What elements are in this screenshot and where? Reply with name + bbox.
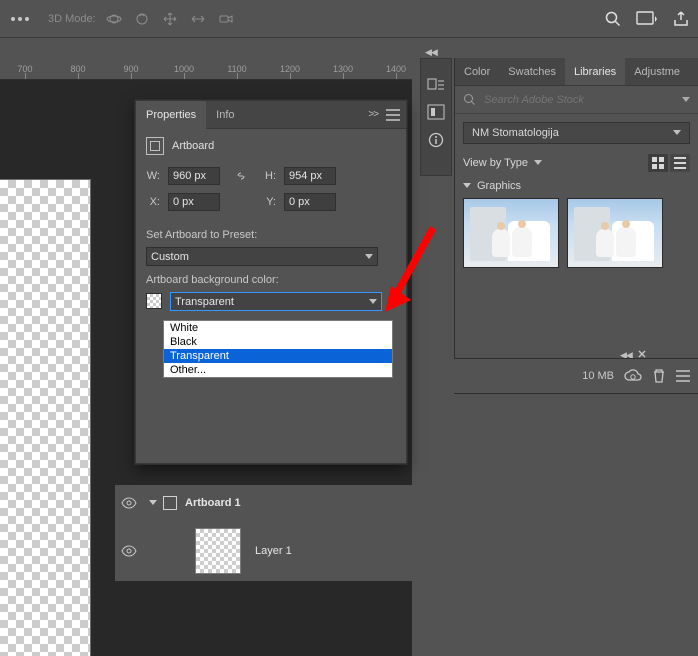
bgcolor-value: Transparent bbox=[175, 296, 234, 308]
memory-size-label: 10 MB bbox=[582, 370, 614, 382]
library-select[interactable]: NM Stomatologija bbox=[463, 122, 690, 144]
ruler-tick-label: 800 bbox=[70, 64, 85, 74]
trash-icon[interactable] bbox=[652, 368, 666, 384]
y-input[interactable] bbox=[284, 193, 336, 211]
tab-properties[interactable]: Properties bbox=[136, 101, 206, 129]
right-mini-toolbar: ◀◀ bbox=[420, 58, 452, 176]
mode-label: 3D Mode: bbox=[48, 13, 96, 25]
chevron-down-icon[interactable] bbox=[534, 160, 542, 166]
character-styles-icon[interactable] bbox=[427, 103, 445, 121]
ruler-tick-label: 1000 bbox=[174, 64, 194, 74]
y-label: Y: bbox=[262, 196, 276, 208]
search-icon[interactable] bbox=[463, 93, 476, 106]
ruler-tick-label: 1100 bbox=[227, 64, 246, 74]
artboard-title: Artboard bbox=[172, 140, 214, 152]
library-search-input[interactable] bbox=[482, 93, 682, 107]
view-by-label[interactable]: View by Type bbox=[463, 157, 528, 169]
w-label: W: bbox=[146, 170, 160, 182]
graphics-section-header[interactable]: Graphics bbox=[463, 180, 690, 192]
x-label: X: bbox=[146, 196, 160, 208]
bgcolor-label: Artboard background color: bbox=[146, 274, 396, 286]
ruler-tick-label: 700 bbox=[17, 64, 32, 74]
chevron-down-icon bbox=[673, 130, 681, 136]
layer-row-artboard[interactable]: Artboard 1 bbox=[115, 485, 412, 521]
slide-icon[interactable] bbox=[190, 11, 206, 27]
artboard-badge-icon bbox=[163, 496, 177, 510]
twirl-down-icon bbox=[463, 183, 471, 189]
paragraph-styles-icon[interactable] bbox=[427, 75, 445, 93]
ruler-tick-label: 900 bbox=[123, 64, 138, 74]
visibility-eye-icon[interactable] bbox=[115, 545, 143, 557]
bgcolor-swatch[interactable] bbox=[146, 293, 162, 309]
chevron-down-icon bbox=[369, 299, 377, 305]
list-view-button[interactable] bbox=[670, 154, 690, 172]
cloud-icon[interactable] bbox=[624, 369, 642, 383]
artboard-icon bbox=[146, 137, 164, 155]
x-input[interactable] bbox=[168, 193, 220, 211]
bgcolor-dropdown-option[interactable]: White bbox=[164, 321, 392, 335]
chevron-down-icon bbox=[365, 254, 373, 260]
layers-area: Artboard 1 Layer 1 bbox=[115, 485, 412, 581]
menu-more-icon[interactable] bbox=[8, 9, 32, 29]
info-icon[interactable] bbox=[427, 131, 445, 149]
ruler-tick-label: 1300 bbox=[333, 64, 353, 74]
bgcolor-dropdown-option[interactable]: Transparent bbox=[164, 349, 392, 363]
preset-label: Set Artboard to Preset: bbox=[146, 229, 396, 241]
ruler-tick-label: 1200 bbox=[280, 64, 300, 74]
canvas-transparent[interactable] bbox=[0, 180, 90, 656]
screen-mode-icon[interactable] bbox=[636, 11, 658, 27]
bgcolor-select[interactable]: Transparent bbox=[170, 292, 382, 311]
tab-libraries[interactable]: Libraries bbox=[565, 58, 625, 86]
library-view-row: View by Type bbox=[463, 152, 690, 174]
roll-icon[interactable] bbox=[134, 11, 150, 27]
library-search-row bbox=[455, 86, 698, 114]
panel-menu-icon[interactable] bbox=[676, 370, 690, 382]
link-dimensions-icon[interactable] bbox=[234, 169, 248, 183]
collapse-chevron-icon[interactable]: >> bbox=[368, 109, 378, 120]
library-name: NM Stomatologija bbox=[472, 127, 559, 139]
preset-select[interactable]: Custom bbox=[146, 247, 378, 266]
width-input[interactable] bbox=[168, 167, 220, 185]
right-panel: Color Swatches Libraries Adjustme NM Sto… bbox=[454, 58, 698, 358]
ruler-tick-label: 1400 bbox=[386, 64, 406, 74]
twirl-down-icon[interactable] bbox=[143, 500, 163, 506]
layer-row-layer1[interactable]: Layer 1 bbox=[115, 521, 412, 581]
layer-thumbnail[interactable] bbox=[195, 528, 241, 574]
search-icon[interactable] bbox=[604, 10, 622, 28]
visibility-eye-icon[interactable] bbox=[115, 497, 143, 509]
bgcolor-dropdown-option[interactable]: Black bbox=[164, 335, 392, 349]
tab-adjustments[interactable]: Adjustme bbox=[625, 58, 689, 86]
graphics-thumbnails bbox=[463, 198, 690, 268]
bgcolor-dropdown-option[interactable]: Other... bbox=[164, 363, 392, 377]
share-icon[interactable] bbox=[672, 10, 690, 28]
status-bar: 10 MB bbox=[454, 358, 698, 394]
height-input[interactable] bbox=[284, 167, 336, 185]
tab-swatches[interactable]: Swatches bbox=[499, 58, 565, 86]
panel-menu-icon[interactable] bbox=[386, 109, 400, 121]
camera-icon[interactable] bbox=[218, 11, 234, 27]
preset-value: Custom bbox=[151, 251, 189, 263]
mode-icons-group bbox=[106, 11, 234, 27]
orbit-icon[interactable] bbox=[106, 11, 122, 27]
tab-info[interactable]: Info bbox=[206, 101, 244, 129]
bgcolor-dropdown-list: WhiteBlackTransparentOther... bbox=[163, 320, 393, 378]
properties-panel: Properties Info >> Artboard W: H: X: Y: bbox=[135, 100, 407, 464]
pan-icon[interactable] bbox=[162, 11, 178, 27]
options-bar: 3D Mode: bbox=[0, 0, 698, 38]
collapse-chevron-icon[interactable]: ◀◀ bbox=[425, 47, 437, 58]
graphics-label: Graphics bbox=[477, 180, 521, 192]
artboard-layer-label[interactable]: Artboard 1 bbox=[185, 497, 241, 509]
graphic-thumbnail[interactable] bbox=[463, 198, 559, 268]
grid-view-button[interactable] bbox=[648, 154, 668, 172]
graphic-thumbnail[interactable] bbox=[567, 198, 663, 268]
right-panel-tabs: Color Swatches Libraries Adjustme bbox=[455, 58, 698, 86]
horizontal-ruler: 700 800 900 1000 1100 1200 1300 1400 bbox=[0, 62, 412, 80]
h-label: H: bbox=[262, 170, 276, 182]
layer-label[interactable]: Layer 1 bbox=[255, 545, 292, 557]
tab-color[interactable]: Color bbox=[455, 58, 499, 86]
properties-tabs: Properties Info >> bbox=[136, 101, 406, 129]
chevron-down-icon[interactable] bbox=[682, 97, 690, 103]
